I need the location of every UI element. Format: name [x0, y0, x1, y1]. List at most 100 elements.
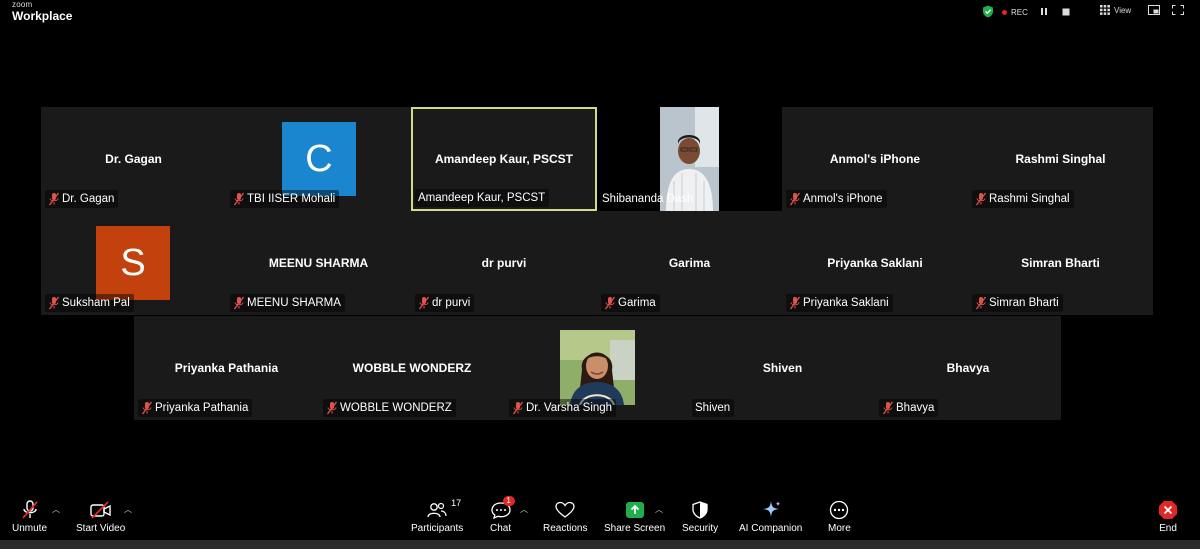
more-icon [829, 500, 849, 520]
mic-muted-icon [21, 500, 39, 520]
participant-name: Priyanka Saklani [827, 256, 923, 270]
video-tile[interactable]: Priyanka Saklani Priyanka Saklani [782, 211, 968, 315]
video-tile[interactable]: WOBBLE WONDERZ WOBBLE WONDERZ [319, 316, 505, 420]
person-icon [560, 330, 635, 405]
participants-button[interactable]: 17 Participants [411, 498, 463, 534]
name-label: Dr. Varsha Singh [509, 399, 617, 417]
name-label: MEENU SHARMA [230, 294, 345, 312]
video-tile[interactable]: Dr. Gagan Dr. Gagan [41, 107, 226, 211]
security-button[interactable]: Security [682, 500, 718, 534]
video-tile[interactable]: Shibananda Dash [597, 107, 782, 211]
participant-label: Simran Bharti [989, 297, 1059, 309]
mic-muted-icon [789, 192, 801, 206]
video-tile[interactable]: Priyanka Pathania Priyanka Pathania [134, 316, 319, 420]
name-label: Priyanka Saklani [786, 294, 893, 312]
chat-options-caret-icon[interactable]: ︿ [520, 504, 528, 515]
start-video-button[interactable]: Start Video [76, 500, 125, 534]
participant-label: dr purvi [432, 297, 471, 309]
view-label: View [1114, 5, 1132, 15]
chat-unread-badge: 1 [502, 496, 515, 506]
participant-label: WOBBLE WONDERZ [340, 402, 452, 414]
security-label: Security [682, 523, 719, 534]
video-tile[interactable]: S Suksham Pal [41, 211, 226, 315]
participant-label: TBI IISER Mohali [247, 193, 336, 205]
video-tile[interactable]: Simran Bharti Simran Bharti [968, 211, 1153, 315]
mic-muted-icon [48, 192, 60, 206]
participant-name: Bhavya [946, 361, 990, 375]
unmute-label: Unmute [12, 523, 48, 534]
video-tile[interactable]: Anmol's iPhone Anmol's iPhone [782, 107, 968, 211]
name-label: Priyanka Pathania [138, 399, 253, 417]
video-tile[interactable]: Shiven Shiven [690, 316, 875, 420]
heart-icon [555, 500, 575, 520]
participant-name: Shiven [762, 361, 803, 375]
os-taskbar [0, 540, 1200, 549]
video-tile[interactable]: Rashmi Singhal Rashmi Singhal [968, 107, 1153, 211]
mic-muted-icon [233, 192, 245, 206]
shield-icon[interactable] [982, 5, 994, 20]
mic-muted-icon [604, 296, 616, 310]
chat-button[interactable]: 1 Chat [490, 496, 515, 534]
name-label: Amandeep Kaur, PSCST [415, 189, 550, 207]
participant-label: Garima [618, 297, 656, 309]
participant-label: Dr. Gagan [62, 193, 115, 205]
participant-label: Dr. Varsha Singh [526, 402, 613, 414]
mic-muted-icon [233, 296, 245, 310]
meeting-top-bar: zoom Workplace REC View [0, 0, 1200, 26]
participant-label: Priyanka Pathania [155, 402, 249, 414]
ai-companion-button[interactable]: AI Companion [739, 500, 802, 534]
video-tile-active-speaker[interactable]: Amandeep Kaur, PSCST Amandeep Kaur, PSCS… [411, 107, 597, 211]
mic-muted-icon [975, 192, 987, 206]
rec-label: REC [1011, 8, 1028, 17]
name-label: Bhavya [879, 399, 939, 417]
picture-in-picture-icon[interactable] [1148, 5, 1160, 15]
video-tile[interactable]: Garima Garima [597, 211, 782, 315]
participant-name: Garima [668, 256, 711, 270]
app-logo: zoom Workplace [12, 1, 73, 23]
video-tile[interactable]: Bhavya Bhavya [875, 316, 1061, 420]
meeting-toolbar: Unmute ︿ Start Video ︿ 17 Participants 1… [0, 496, 1200, 538]
pause-recording-icon[interactable] [1040, 7, 1048, 18]
share-screen-label: Share Screen [604, 523, 666, 534]
ai-companion-label: AI Companion [739, 523, 803, 534]
end-meeting-button[interactable]: End [1158, 500, 1178, 534]
participants-icon: 17 [427, 498, 461, 520]
end-label: End [1159, 523, 1177, 534]
mic-muted-icon [512, 401, 524, 415]
name-label: Suksham Pal [45, 294, 134, 312]
participant-name: Dr. Gagan [105, 152, 162, 166]
video-tile[interactable]: dr purvi dr purvi [411, 211, 597, 315]
shield-icon [691, 500, 709, 520]
fullscreen-icon[interactable] [1172, 5, 1184, 15]
participant-name: dr purvi [481, 256, 527, 270]
chat-label: Chat [490, 523, 512, 534]
name-label: dr purvi [415, 294, 475, 312]
name-label: Shibananda Dash [599, 190, 697, 208]
reactions-label: Reactions [543, 523, 588, 534]
video-tile[interactable]: Dr. Varsha Singh [505, 316, 690, 420]
participant-label: MEENU SHARMA [247, 297, 341, 309]
audio-options-caret-icon[interactable]: ︿ [52, 504, 60, 515]
mic-muted-icon [418, 296, 430, 310]
mic-muted-icon [48, 296, 60, 310]
share-screen-icon [625, 500, 645, 520]
brand-large: Workplace [12, 9, 73, 23]
video-tile[interactable]: C TBI IISER Mohali [226, 107, 411, 211]
more-button[interactable]: More [828, 500, 851, 534]
participant-name: Priyanka Pathania [174, 361, 279, 375]
participant-name: Rashmi Singhal [1015, 152, 1106, 166]
video-options-caret-icon[interactable]: ︿ [124, 504, 132, 515]
video-tile[interactable]: MEENU SHARMA MEENU SHARMA [226, 211, 411, 315]
avatar: C [282, 122, 356, 196]
mic-muted-icon [141, 401, 153, 415]
share-options-caret-icon[interactable]: ︿ [655, 504, 663, 515]
more-label: More [828, 523, 851, 534]
name-label: Dr. Gagan [45, 190, 119, 208]
participant-name: Simran Bharti [1021, 256, 1100, 270]
view-button[interactable]: View [1100, 5, 1131, 15]
stop-recording-icon[interactable] [1062, 8, 1070, 18]
chat-icon: 1 [490, 496, 515, 520]
unmute-button[interactable]: Unmute [12, 500, 47, 534]
reactions-button[interactable]: Reactions [543, 500, 587, 534]
mic-muted-icon [882, 401, 894, 415]
